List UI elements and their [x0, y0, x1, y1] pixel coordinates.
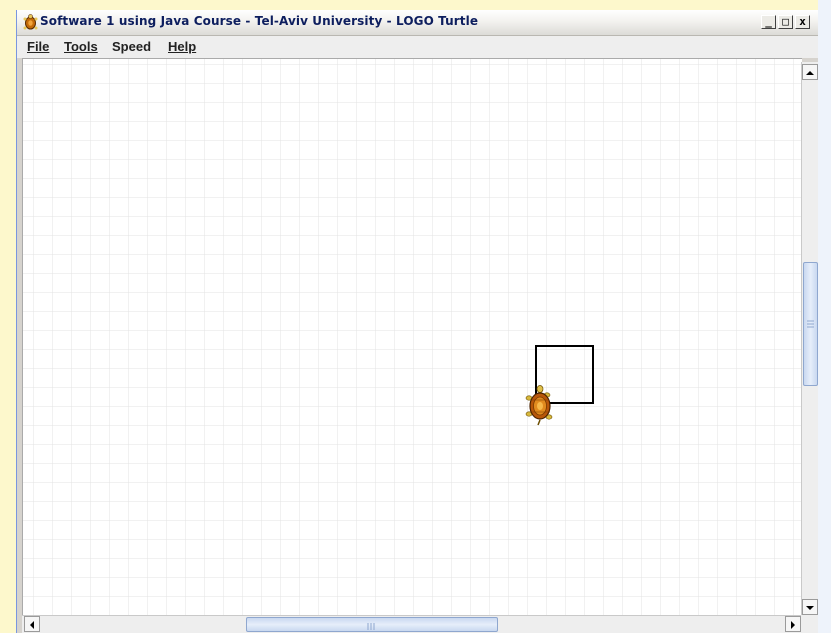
maximize-icon: □: [782, 15, 789, 28]
arrow-left-icon: [30, 621, 34, 629]
window-title: Software 1 using Java Course - Tel-Aviv …: [40, 14, 479, 28]
vertical-scrollbar[interactable]: [801, 62, 818, 615]
close-button[interactable]: x: [795, 15, 810, 29]
canvas-grid: [23, 59, 802, 616]
title-bar[interactable]: Software 1 using Java Course - Tel-Aviv …: [17, 10, 818, 36]
arrow-down-icon: [806, 606, 814, 610]
canvas-drawing: [23, 59, 802, 616]
menu-help-label: Help: [168, 39, 197, 54]
arrow-up-icon: [806, 71, 814, 75]
menu-speed[interactable]: Speed: [112, 39, 151, 54]
logo-turtle-window: Software 1 using Java Course - Tel-Aviv …: [16, 10, 818, 633]
menu-tools[interactable]: Tools: [64, 39, 98, 54]
horizontal-scrollbar[interactable]: [22, 615, 801, 633]
desktop-background-right: [818, 0, 831, 633]
scroll-left-button[interactable]: [24, 616, 40, 632]
menu-bar: File Tools Speed Help: [17, 36, 818, 58]
turtle-app-icon[interactable]: [22, 14, 39, 31]
menu-file[interactable]: File: [27, 39, 49, 54]
menu-tools-label: Tools: [64, 39, 98, 54]
close-icon: x: [799, 15, 806, 28]
menu-speed-label: Speed: [112, 39, 152, 54]
scroll-down-button[interactable]: [802, 599, 818, 615]
scrollbar-corner: [801, 615, 818, 633]
scroll-right-button[interactable]: [785, 616, 801, 632]
maximize-button[interactable]: □: [778, 15, 793, 29]
turtle-canvas[interactable]: [22, 58, 802, 616]
desktop-background: [0, 0, 16, 633]
horizontal-scroll-thumb[interactable]: [246, 617, 498, 632]
vertical-scroll-thumb[interactable]: [803, 262, 818, 386]
minimize-button[interactable]: _: [761, 15, 776, 29]
arrow-right-icon: [791, 621, 795, 629]
menu-file-label: File: [27, 39, 50, 54]
minimize-icon: _: [765, 15, 772, 28]
menu-help[interactable]: Help: [168, 39, 196, 54]
grip-icon: [807, 320, 814, 328]
scroll-up-button[interactable]: [802, 64, 818, 80]
grip-icon: [367, 623, 375, 630]
